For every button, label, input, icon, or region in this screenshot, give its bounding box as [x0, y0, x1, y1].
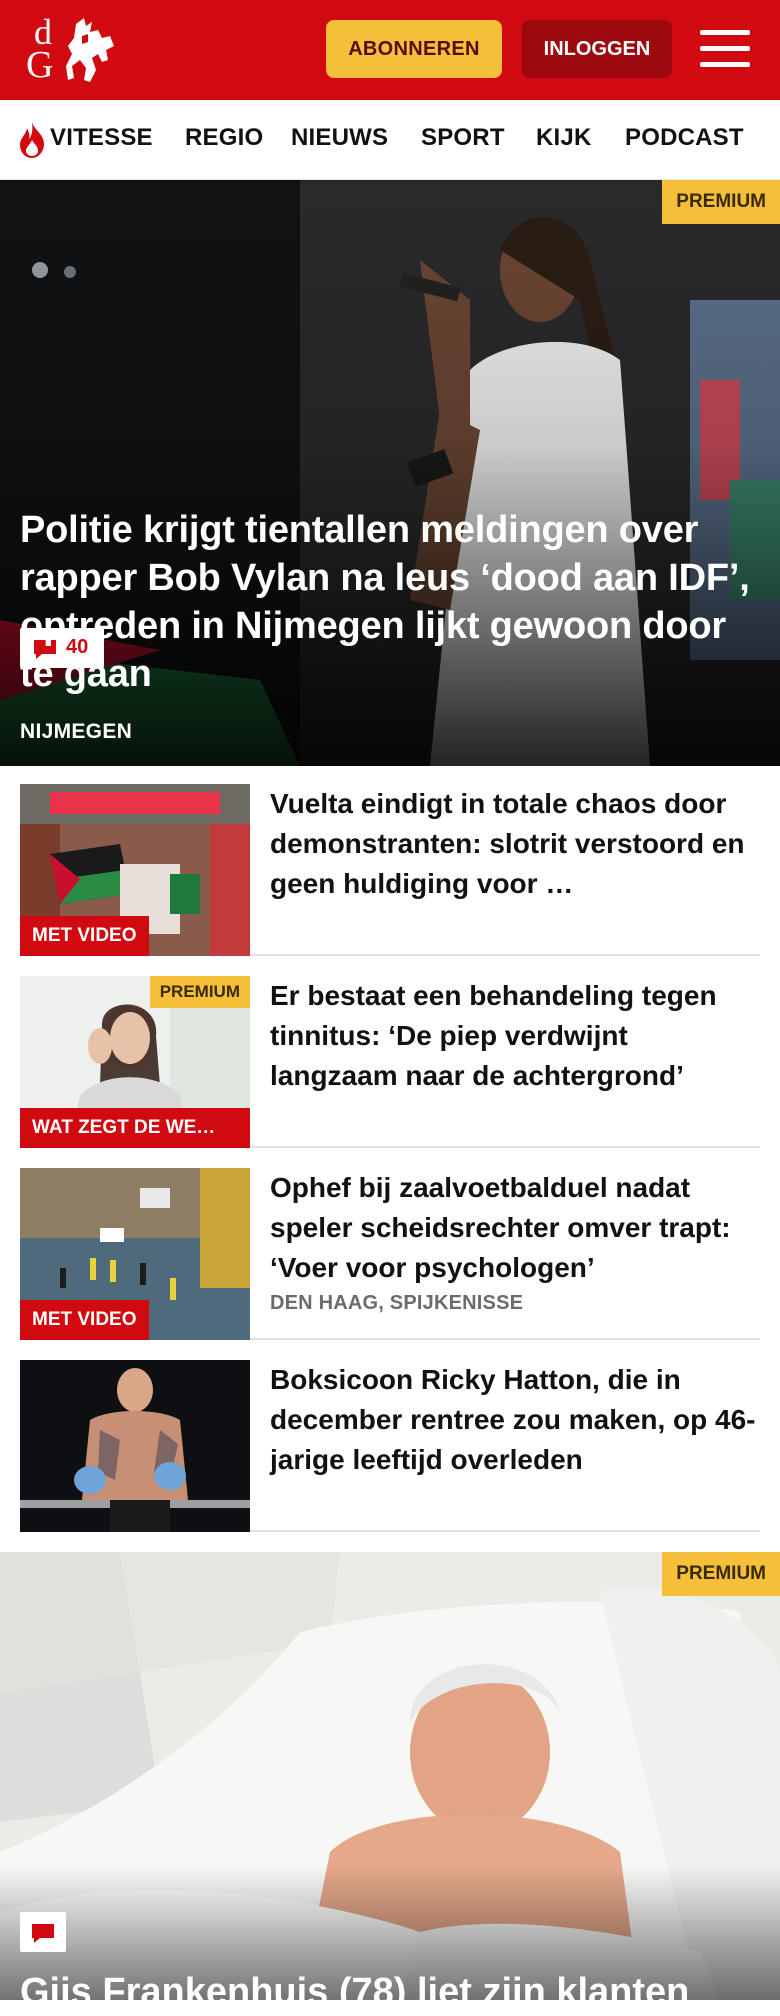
- flame-icon: [20, 122, 44, 158]
- nav-item-nieuws[interactable]: NIEUWS: [291, 124, 388, 152]
- article-thumbnail: MET VIDEO: [20, 1168, 250, 1340]
- premium-badge: PREMIUM: [662, 180, 780, 224]
- article-title[interactable]: Boksicoon Ricky Hatton, die in december …: [270, 1360, 760, 1480]
- nav-item-regio[interactable]: REGIO: [185, 124, 263, 152]
- featured-headline[interactable]: Gijs Frankenhuis (78) liet zijn klanten: [20, 1968, 780, 2016]
- hero-location: NIJMEGEN: [20, 720, 133, 743]
- list-item[interactable]: PREMIUM WAT ZEGT DE WE… Er bestaat een b…: [20, 976, 760, 1148]
- article-thumbnail: PREMIUM WAT ZEGT DE WE…: [20, 976, 250, 1148]
- video-tag: MET VIDEO: [20, 916, 149, 956]
- man-in-bath-image: [0, 1552, 780, 2000]
- section-nav: VITESSE REGIO NIEUWS SPORT KIJK PODCAST: [0, 100, 780, 180]
- article-location: DEN HAAG, SPIJKENISSE: [270, 1292, 524, 1314]
- horse-rider-icon: [66, 18, 114, 82]
- list-item[interactable]: Boksicoon Ricky Hatton, die in december …: [20, 1360, 760, 1532]
- top-header: d G ABONNEREN INLOGGEN: [0, 0, 780, 100]
- article-thumbnail: [20, 1360, 250, 1532]
- premium-badge: PREMIUM: [662, 1552, 780, 1596]
- article-thumbnail: MET VIDEO: [20, 784, 250, 956]
- list-item[interactable]: MET VIDEO Vuelta eindigt in totale chaos…: [20, 784, 760, 956]
- category-tag: WAT ZEGT DE WE…: [20, 1108, 250, 1148]
- article-title[interactable]: Vuelta eindigt in totale chaos door demo…: [270, 784, 760, 904]
- nav-item-kijk[interactable]: KIJK: [536, 124, 591, 152]
- comment-icon: [32, 1924, 54, 1943]
- login-button[interactable]: INLOGGEN: [522, 20, 672, 78]
- hamburger-menu-icon[interactable]: [700, 28, 750, 70]
- logo-letter-g: G: [26, 44, 54, 86]
- premium-badge: PREMIUM: [149, 976, 250, 1008]
- site-logo[interactable]: d G: [26, 14, 118, 86]
- subscribe-button[interactable]: ABONNEREN: [326, 20, 502, 78]
- hero-headline[interactable]: Politie krijgt tientallen meldingen over…: [20, 506, 760, 698]
- comment-badge[interactable]: [20, 1912, 66, 1952]
- nav-item-podcast[interactable]: PODCAST: [625, 124, 744, 152]
- nav-item-vitesse[interactable]: VITESSE: [50, 124, 153, 152]
- article-title[interactable]: Er bestaat een behandeling tegen tinnitu…: [270, 976, 760, 1096]
- video-tag: MET VIDEO: [20, 1300, 149, 1340]
- boxer-image: [20, 1360, 250, 1532]
- article-title[interactable]: Ophef bij zaalvoetbalduel nadat speler s…: [270, 1168, 760, 1288]
- featured-article[interactable]: PREMIUM: [0, 1552, 780, 2000]
- list-item[interactable]: MET VIDEO Ophef bij zaalvoetbalduel nada…: [20, 1168, 760, 1340]
- nav-item-sport[interactable]: SPORT: [421, 124, 505, 152]
